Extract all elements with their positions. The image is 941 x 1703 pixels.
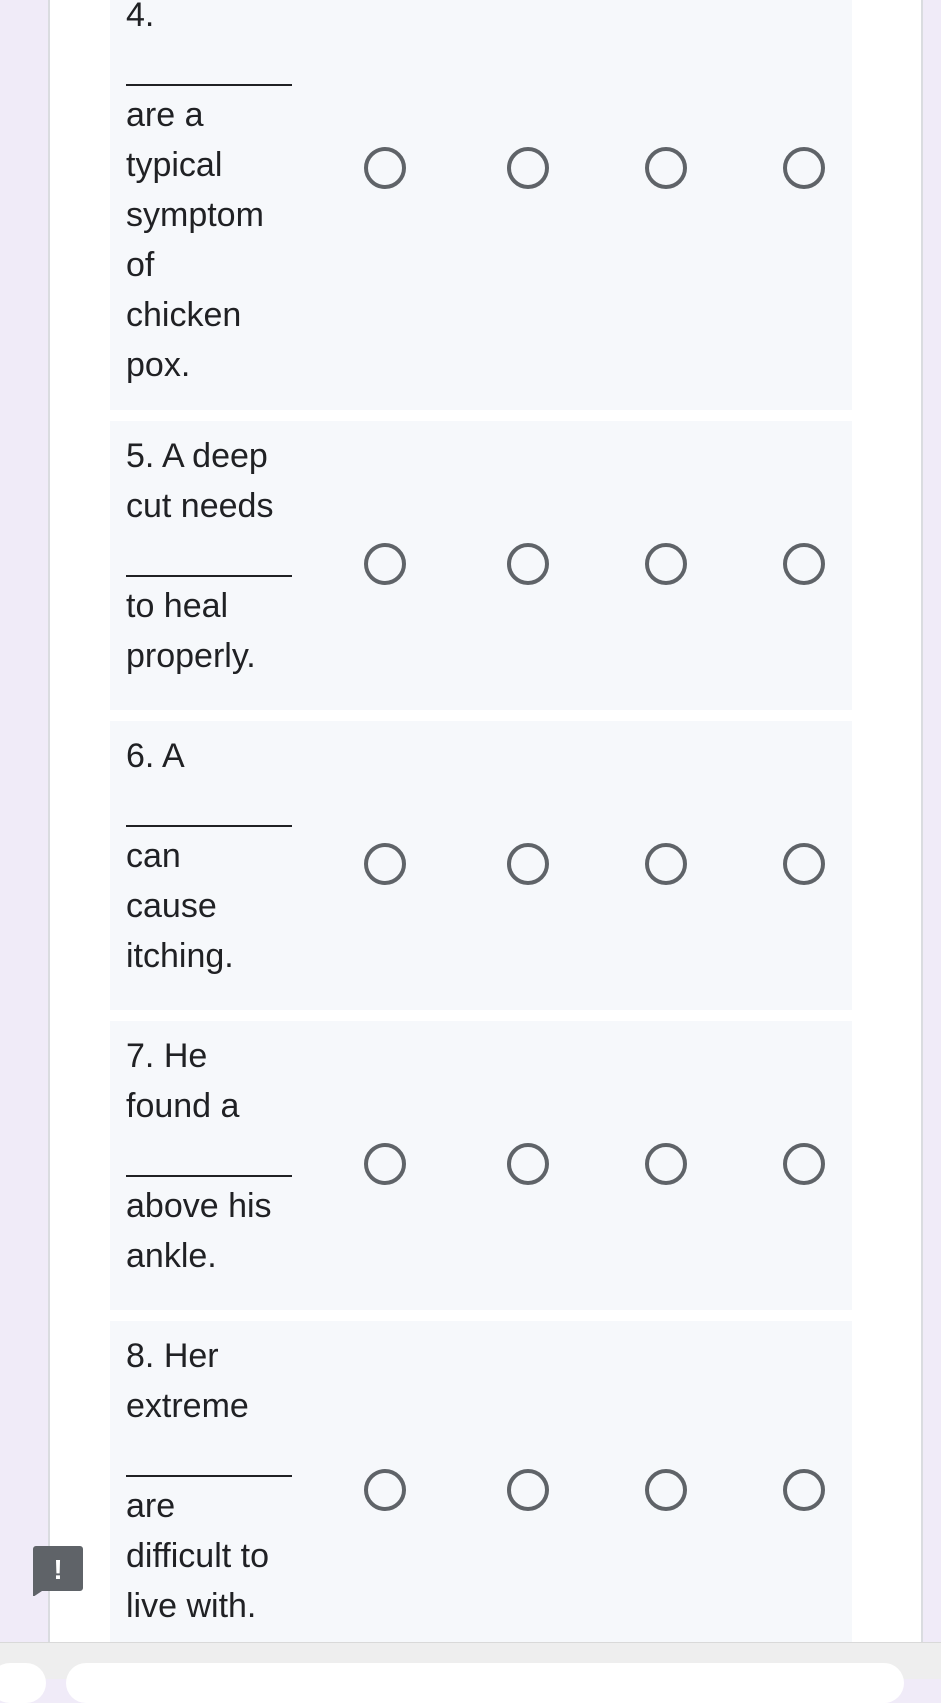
- radio-option-4[interactable]: [783, 1143, 825, 1185]
- question-line: ankle.: [126, 1237, 217, 1275]
- question-number: 4.: [126, 0, 155, 34]
- question-line: A: [161, 737, 185, 775]
- answer-blank: [126, 1131, 292, 1181]
- radio-option-1[interactable]: [364, 843, 406, 885]
- radio-option-4[interactable]: [783, 1469, 825, 1511]
- question-line: He: [163, 1037, 208, 1075]
- report-glyph: !: [53, 1554, 62, 1585]
- question-row-4: 4. are a typical symptom of chicken pox.: [110, 0, 852, 410]
- question-line: extreme: [126, 1387, 249, 1425]
- question-row-6: 6. A can cause itching.: [110, 721, 852, 1010]
- report-problem-button[interactable]: !: [33, 1546, 83, 1597]
- question-number: 7.: [126, 1037, 155, 1075]
- question-text-4: 4. are a typical symptom of chicken pox.: [126, 0, 296, 390]
- question-text-6: 6. A can cause itching.: [126, 731, 296, 981]
- question-line: properly.: [126, 637, 256, 675]
- answer-blank: [126, 531, 292, 581]
- radio-option-4[interactable]: [783, 843, 825, 885]
- question-row-5: 5. A deep cut needs to heal properly.: [110, 421, 852, 710]
- radio-option-1[interactable]: [364, 543, 406, 585]
- question-line: are: [126, 1487, 176, 1525]
- bottom-toolbar: [0, 1642, 941, 1703]
- radio-option-2[interactable]: [507, 147, 549, 189]
- answer-blank: [126, 1431, 292, 1481]
- radio-option-3[interactable]: [645, 543, 687, 585]
- radio-option-2[interactable]: [507, 843, 549, 885]
- question-row-8: 8. Her extreme are difficult to live wit…: [110, 1321, 852, 1642]
- question-line: difficult to: [126, 1537, 270, 1575]
- question-line: are a: [126, 96, 204, 134]
- question-text-8: 8. Her extreme are difficult to live wit…: [126, 1331, 296, 1631]
- question-text-7: 7. He found a above his ankle.: [126, 1031, 296, 1281]
- question-line: cause: [126, 887, 217, 925]
- radio-option-3[interactable]: [645, 843, 687, 885]
- radio-option-4[interactable]: [783, 543, 825, 585]
- radio-option-3[interactable]: [645, 147, 687, 189]
- radio-option-2[interactable]: [507, 543, 549, 585]
- toolbar-left-pill[interactable]: [0, 1663, 46, 1703]
- radio-option-2[interactable]: [507, 1469, 549, 1511]
- radio-option-3[interactable]: [645, 1469, 687, 1511]
- question-line: symptom: [126, 196, 264, 234]
- question-line: A deep: [161, 437, 268, 475]
- radio-option-1[interactable]: [364, 1469, 406, 1511]
- question-line: typical: [126, 146, 223, 184]
- question-line: above his: [126, 1187, 272, 1225]
- question-line: chicken: [126, 296, 242, 334]
- question-line: of: [126, 246, 155, 284]
- question-line: to heal: [126, 587, 229, 625]
- question-line: can: [126, 837, 181, 875]
- report-problem-icon: !: [33, 1546, 83, 1597]
- question-number: 5.: [126, 437, 155, 475]
- question-line: pox.: [126, 346, 191, 384]
- radio-option-1[interactable]: [364, 147, 406, 189]
- question-line: found a: [126, 1087, 240, 1125]
- question-number: 8.: [126, 1337, 155, 1375]
- radio-option-4[interactable]: [783, 147, 825, 189]
- radio-option-2[interactable]: [507, 1143, 549, 1185]
- toolbar-address-pill[interactable]: [66, 1663, 904, 1703]
- question-line: live with.: [126, 1587, 257, 1625]
- answer-blank: [126, 781, 292, 831]
- question-text-5: 5. A deep cut needs to heal properly.: [126, 431, 296, 681]
- question-line: Her: [163, 1337, 219, 1375]
- question-number: 6.: [126, 737, 155, 775]
- question-line: cut needs: [126, 487, 274, 525]
- answer-blank: [126, 40, 292, 90]
- radio-option-3[interactable]: [645, 1143, 687, 1185]
- radio-option-1[interactable]: [364, 1143, 406, 1185]
- question-row-7: 7. He found a above his ankle.: [110, 1021, 852, 1310]
- question-line: itching.: [126, 937, 234, 975]
